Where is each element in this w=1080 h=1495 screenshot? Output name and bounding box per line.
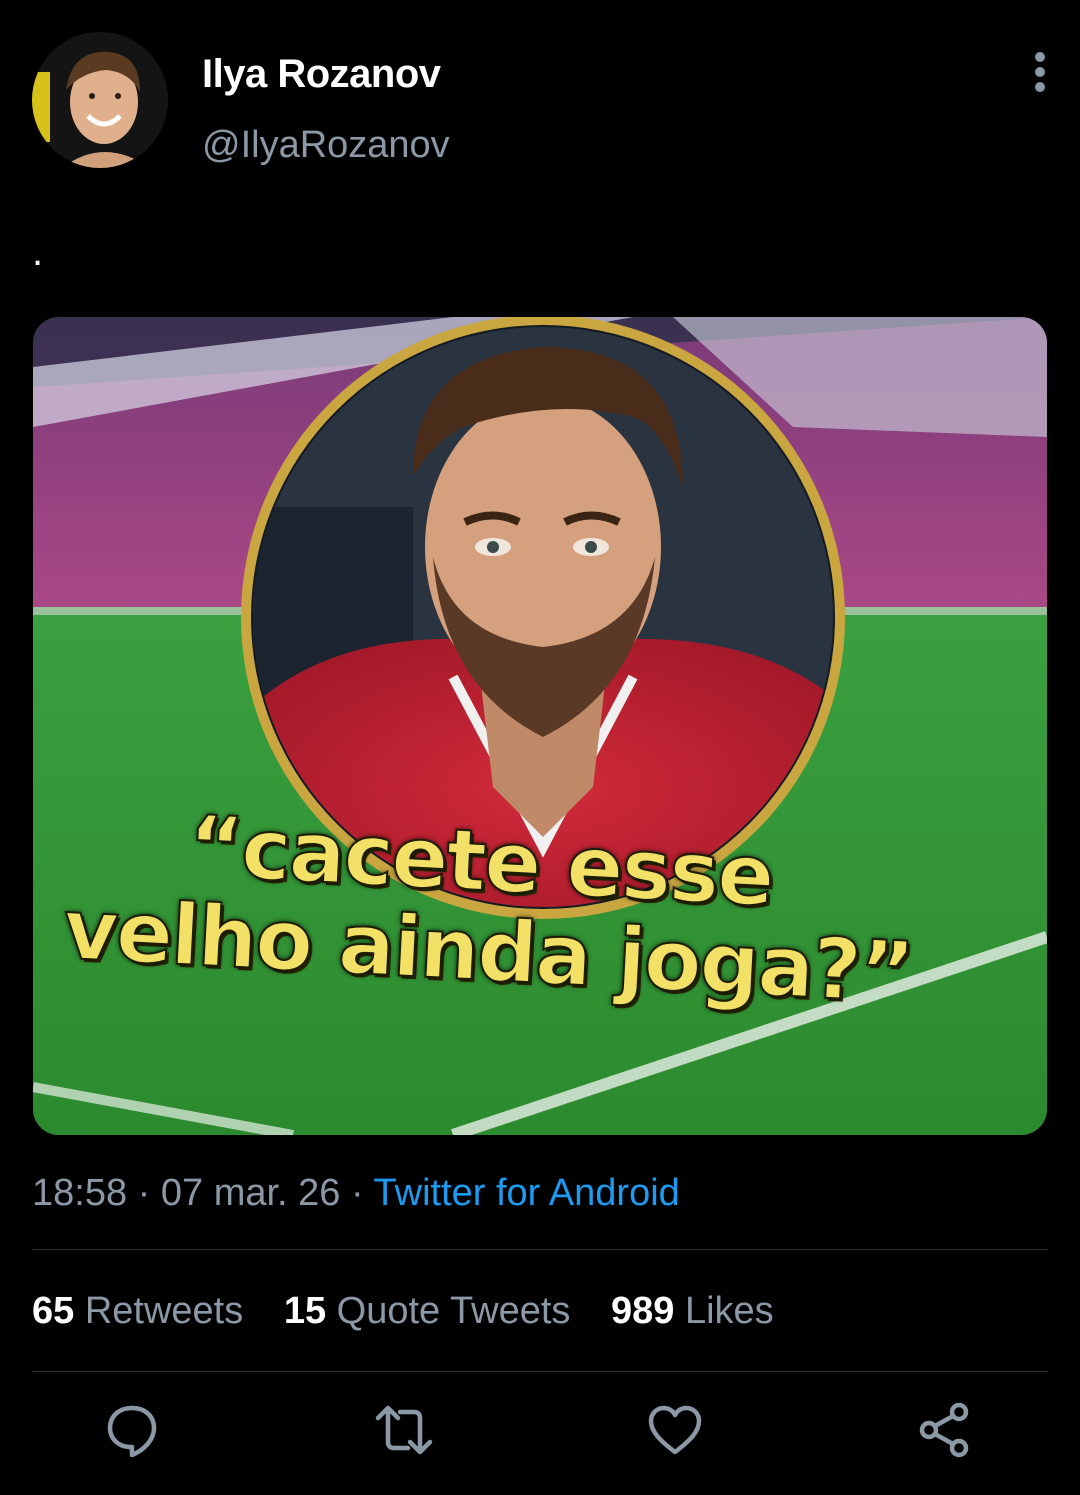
display-name[interactable]: Ilya Rozanov [202, 52, 441, 97]
meta-separator: · [127, 1172, 161, 1214]
caption-line-2: velho ainda joga?” [60, 879, 916, 1023]
media-caption: “cacete esse velho ainda joga?” [33, 317, 1047, 1135]
share-icon[interactable] [915, 1400, 975, 1460]
tweet-actions-bar [0, 1400, 1080, 1460]
tweet-meta: 18:58 · 07 mar. 26 · Twitter for Android [32, 1172, 680, 1215]
tweet-source-link[interactable]: Twitter for Android [374, 1172, 680, 1214]
tweet-text: . [32, 230, 44, 274]
tweet-time: 18:58 [32, 1172, 128, 1214]
tweet-media-image[interactable]: “cacete esse velho ainda joga?” [33, 317, 1047, 1135]
tweet-date: 07 mar. 26 [160, 1172, 341, 1214]
retweets-label: Retweets [74, 1290, 244, 1332]
retweet-icon[interactable] [374, 1400, 434, 1460]
divider [32, 1249, 1048, 1250]
likes-count: 989 [610, 1290, 675, 1332]
retweets-count: 65 [32, 1290, 75, 1332]
retweets-stat[interactable]: 65 Retweets [32, 1290, 243, 1332]
engagement-stats: 65 Retweets 15 Quote Tweets 989 Likes [32, 1290, 804, 1333]
divider [32, 1371, 1048, 1372]
tweet-detail-page: Ilya Rozanov @IlyaRozanov . “cacete esse… [0, 0, 1080, 1495]
vertical-ellipsis-icon[interactable] [1016, 48, 1064, 96]
likes-label: Likes [674, 1290, 774, 1332]
user-handle[interactable]: @IlyaRozanov [202, 124, 450, 167]
quote-tweets-count: 15 [283, 1290, 327, 1332]
reply-icon[interactable] [102, 1400, 162, 1460]
heart-icon[interactable] [645, 1400, 705, 1460]
quote-tweets-label: Quote Tweets [326, 1290, 571, 1332]
quote-tweets-stat[interactable]: 15 Quote Tweets [284, 1290, 571, 1332]
likes-stat[interactable]: 989 Likes [611, 1290, 774, 1332]
meta-separator: · [340, 1172, 374, 1214]
avatar[interactable] [32, 32, 168, 168]
